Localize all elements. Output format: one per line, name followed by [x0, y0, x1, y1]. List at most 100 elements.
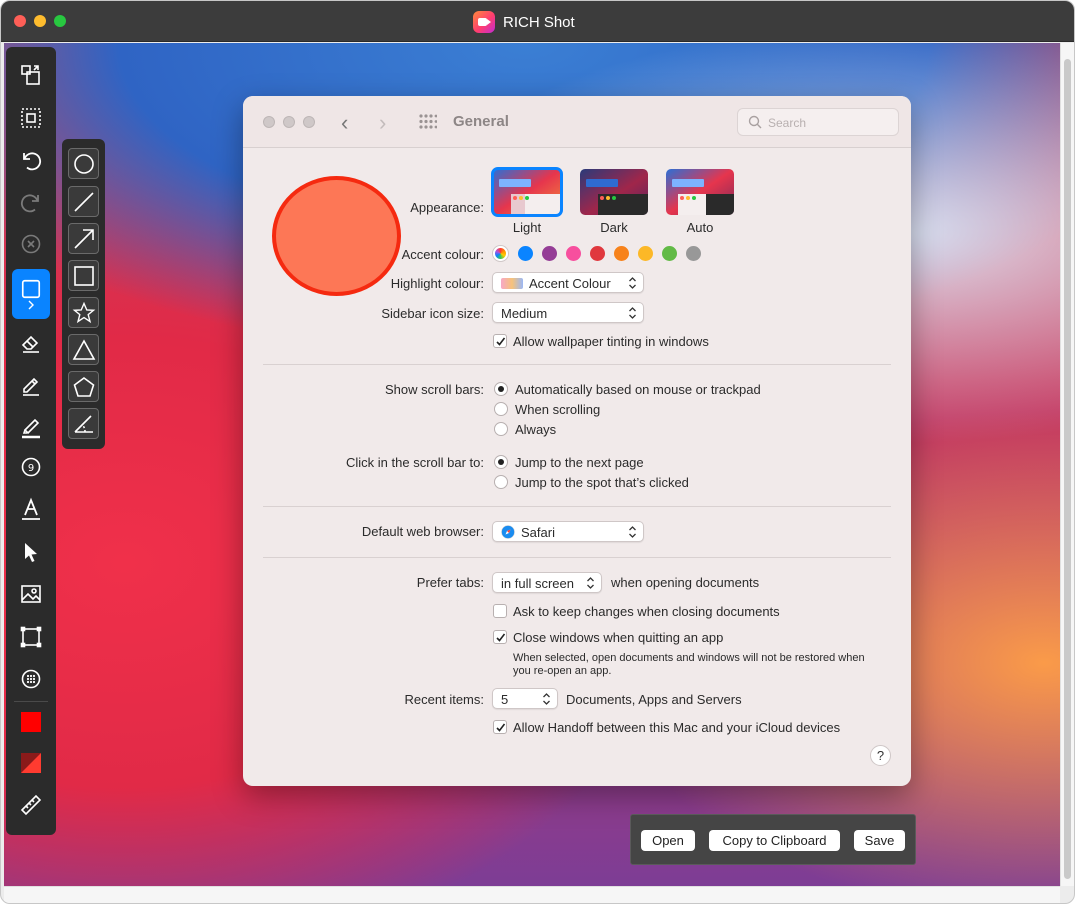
switch-capture-button[interactable] [12, 57, 50, 93]
accent-colour-swatch[interactable] [518, 246, 533, 261]
chevron-updown-icon [629, 526, 636, 538]
redo-icon [20, 194, 39, 213]
redo-button[interactable] [12, 185, 50, 221]
appearance-light-option[interactable] [491, 167, 563, 217]
prefs-titlebar: ‹ › General Search [243, 96, 911, 148]
arrow-shape-button[interactable] [68, 223, 99, 254]
handoff-checkbox[interactable] [493, 720, 507, 734]
accent-colour-swatch[interactable] [542, 246, 557, 261]
angle-shape-button[interactable] [68, 408, 99, 439]
step-counter-button[interactable]: 9 [12, 449, 50, 485]
accent-multicolour-swatch[interactable] [493, 246, 508, 261]
dark-preview-icon [580, 169, 648, 215]
ask-keep-changes-checkbox[interactable] [493, 604, 507, 618]
stroke-color-button[interactable] [12, 704, 50, 740]
circle-shape-button[interactable] [68, 148, 99, 179]
accent-colour-swatch[interactable] [686, 246, 701, 261]
auto-preview-icon [666, 169, 734, 215]
horizontal-scrollbar[interactable] [4, 886, 1060, 903]
appearance-dark-option[interactable] [580, 169, 648, 215]
ruler-button[interactable] [12, 787, 50, 823]
line-shape-button[interactable] [68, 186, 99, 217]
sidebar-icon-size-dropdown[interactable]: Medium [492, 302, 644, 323]
close-windows-note: When selected, open documents and window… [513, 652, 865, 677]
open-button[interactable]: Open [641, 830, 695, 851]
jump-spot-clicked-radio[interactable] [494, 475, 508, 489]
accent-colour-swatch[interactable] [638, 246, 653, 261]
prefer-tabs-dropdown[interactable]: in full screen [492, 572, 602, 593]
undo-button[interactable] [12, 143, 50, 179]
search-placeholder: Search [768, 116, 807, 130]
scroll-bars-when-scrolling-radio[interactable] [494, 402, 508, 416]
highlight-colour-dropdown[interactable]: Accent Colour [492, 272, 644, 293]
prefer-tabs-value: in full screen [501, 576, 574, 591]
default-browser-dropdown[interactable]: Safari [492, 521, 644, 542]
forward-arrow-icon[interactable]: › [379, 110, 386, 136]
annotation-ellipse[interactable] [272, 176, 401, 296]
eraser-button[interactable] [12, 325, 50, 361]
rectangle-icon [21, 279, 41, 299]
help-button[interactable]: ? [870, 745, 891, 766]
pencil-button[interactable] [12, 367, 50, 403]
accent-colour-swatch[interactable] [662, 246, 677, 261]
app-logo-icon [473, 11, 495, 33]
accent-colour-swatch[interactable] [566, 246, 581, 261]
clear-button[interactable] [12, 226, 50, 262]
toolbar-separator [14, 701, 48, 702]
chevron-updown-icon [543, 693, 550, 705]
app-title-text: RICH Shot [503, 13, 575, 31]
scroll-bars-auto-radio[interactable] [494, 382, 508, 396]
jump-next-page-label: Jump to the next page [515, 455, 644, 470]
section-divider [263, 557, 891, 558]
rectangle-tool-button[interactable] [12, 269, 50, 319]
star-shape-button[interactable] [68, 297, 99, 328]
triangle-shape-button[interactable] [68, 334, 99, 365]
text-tool-button[interactable] [12, 491, 50, 527]
pointer-tool-button[interactable] [12, 534, 50, 570]
accent-colour-swatch[interactable] [590, 246, 605, 261]
pentagon-shape-button[interactable] [68, 371, 99, 402]
star-icon [72, 301, 95, 323]
select-area-button[interactable] [12, 100, 50, 136]
back-arrow-icon[interactable]: ‹ [341, 110, 348, 136]
appearance-auto-option[interactable] [666, 169, 734, 215]
recent-items-dropdown[interactable]: 5 [492, 688, 558, 709]
highlighter-icon [22, 418, 40, 439]
copy-to-clipboard-button[interactable]: Copy to Clipboard [709, 830, 840, 851]
minimize-window-button[interactable] [34, 15, 46, 27]
fill-color-button[interactable] [12, 745, 50, 781]
section-divider [263, 506, 891, 507]
scroll-bars-always-radio[interactable] [494, 422, 508, 436]
highlighter-button[interactable] [12, 409, 50, 445]
grid-icon[interactable] [419, 114, 437, 129]
save-button[interactable]: Save [854, 830, 905, 851]
wallpaper-tinting-checkbox[interactable] [493, 334, 507, 348]
search-field[interactable]: Search [737, 108, 899, 136]
zoom-window-button[interactable] [54, 15, 66, 27]
recent-items-suffix: Documents, Apps and Servers [566, 692, 742, 707]
safari-icon [501, 525, 515, 539]
sidebar-icon-size-value: Medium [501, 306, 548, 321]
appearance-dark-label: Dark [600, 220, 628, 235]
prefs-title: General [453, 113, 509, 130]
svg-text:9: 9 [28, 463, 34, 474]
light-preview-icon [493, 169, 561, 215]
blur-tool-button[interactable] [12, 661, 50, 697]
ruler-icon [20, 794, 42, 816]
image-tool-button[interactable] [12, 576, 50, 612]
accent-colour-swatch[interactable] [614, 246, 629, 261]
pentagon-icon [73, 376, 94, 397]
close-windows-checkbox[interactable] [493, 630, 507, 644]
close-windows-label: Close windows when quitting an app [513, 630, 724, 645]
rectangle-shape-button[interactable] [68, 260, 99, 291]
appearance-light-label: Light [512, 220, 542, 235]
chevron-updown-icon [629, 307, 636, 319]
jump-next-page-radio[interactable] [494, 455, 508, 469]
vertical-scroll-thumb[interactable] [1064, 59, 1071, 879]
crop-tool-button[interactable] [12, 619, 50, 655]
close-window-button[interactable] [14, 15, 26, 27]
highlight-colour-value: Accent Colour [529, 276, 611, 291]
rectangle-icon [73, 265, 94, 286]
clear-icon [21, 234, 41, 254]
scroll-bars-always-label: Always [515, 422, 557, 437]
